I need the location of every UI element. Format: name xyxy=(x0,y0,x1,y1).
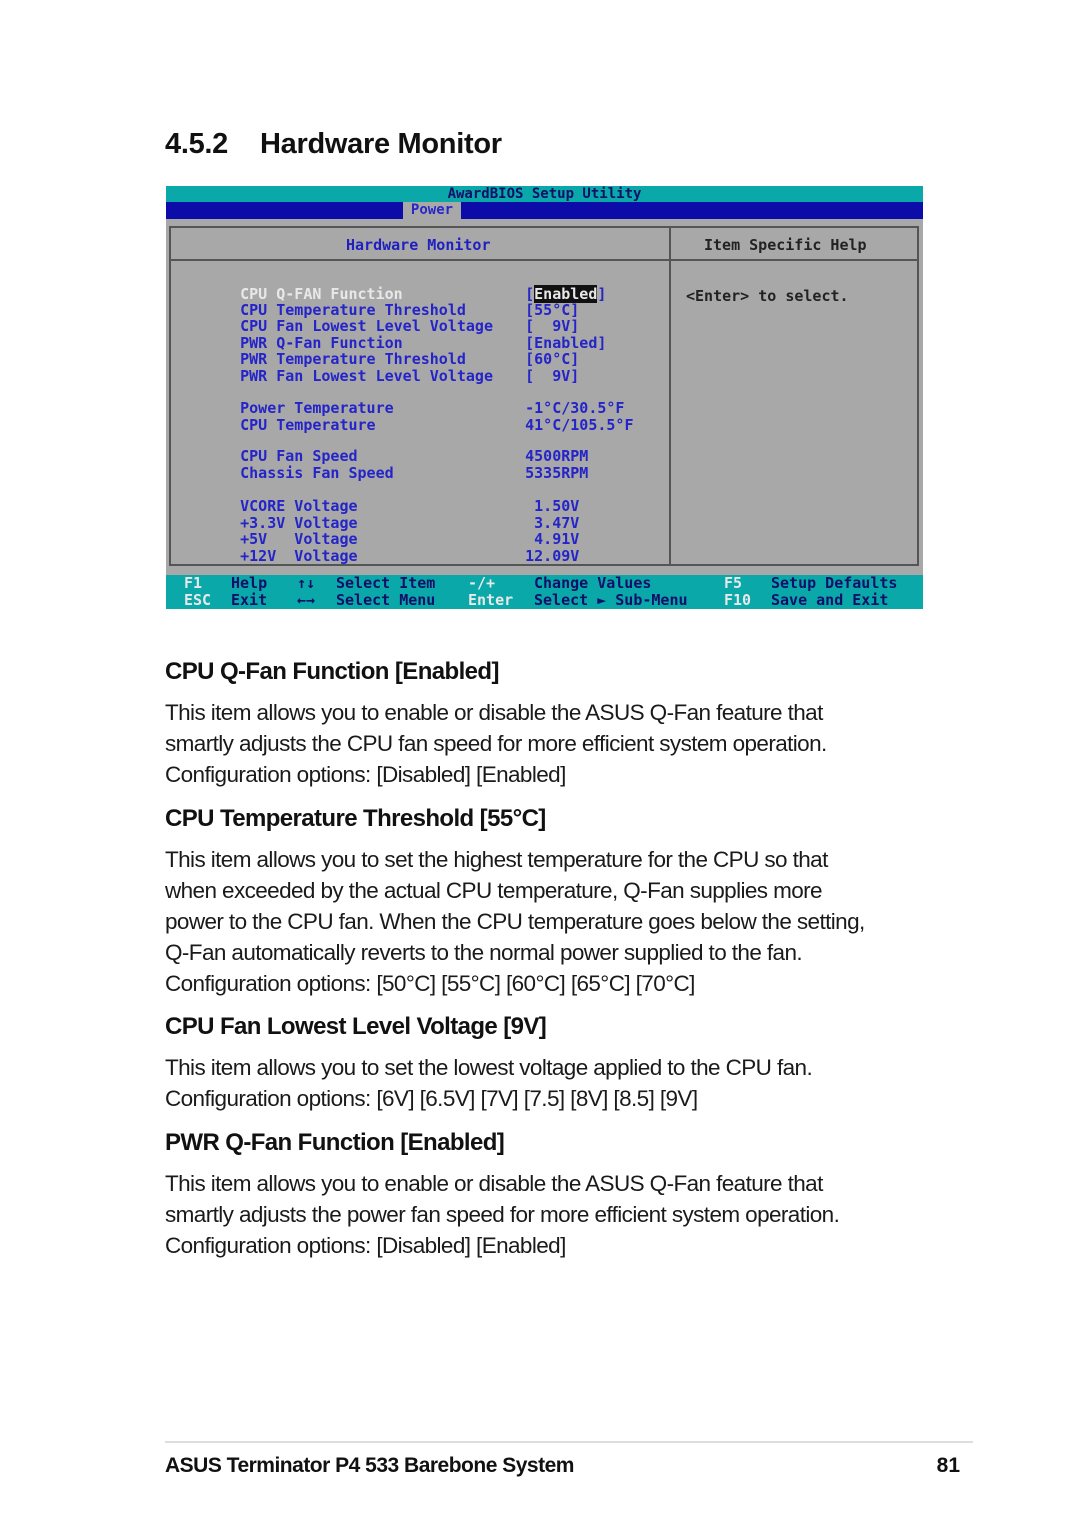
key-hint-desc: Select Item xyxy=(336,575,435,592)
key-hint-desc: Change Values xyxy=(534,575,651,592)
item-line: smartly adjusts the CPU fan speed for mo… xyxy=(165,731,827,756)
item-line: This item allows you to enable or disabl… xyxy=(165,700,823,725)
item-cpu-temp-threshold: CPU Temperature Threshold [55°C] This it… xyxy=(165,804,935,999)
bios-readout-3v3: +3.3V Voltage 3.47V xyxy=(204,499,579,531)
item-line: This item allows you to set the highest … xyxy=(165,847,828,872)
key-desc: Select Item xyxy=(336,574,436,592)
key-label: -/+ xyxy=(468,574,496,592)
bios-item-pwr-qfan[interactable]: PWR Q-Fan Function [Enabled] xyxy=(204,319,606,351)
key-desc: Help xyxy=(231,574,268,592)
bios-readout-power-temp: Power Temperature -1°C/30.5°F xyxy=(204,384,624,416)
bios-item-cpu-temp-threshold[interactable]: CPU Temperature Threshold [55°C] xyxy=(204,286,579,318)
bios-readout-vcore: VCORE Voltage 1.50V xyxy=(204,482,579,514)
key-hint-desc: Help xyxy=(231,575,267,592)
item-line: This item allows you to set the lowest v… xyxy=(165,1055,813,1080)
key-desc: Change Values xyxy=(534,574,652,592)
bios-readout-cpu-fan: CPU Fan Speed 4500RPM xyxy=(204,432,588,464)
item-line: power to the CPU fan. When the CPU tempe… xyxy=(165,909,865,934)
key-label: F5 xyxy=(724,574,743,592)
page-number: 81 xyxy=(936,1454,960,1477)
bios-readout-value: 41°C/105.5°F xyxy=(525,416,634,434)
key-hint-desc: Setup Defaults xyxy=(771,575,897,592)
bios-readout-chassis-fan: Chassis Fan Speed 5335RPM xyxy=(204,449,588,481)
key-label: ESC xyxy=(184,591,212,609)
key-label: Enter xyxy=(468,591,514,609)
item-line: Configuration options: [6V] [6.5V] [7V] … xyxy=(165,1086,698,1111)
item-line: Configuration options: [50°C] [55°C] [60… xyxy=(165,971,695,996)
item-cpu-qfan: CPU Q-Fan Function [Enabled] This item a… xyxy=(165,657,935,790)
section-title: Hardware Monitor xyxy=(260,128,502,160)
key-hint-exit: ESC xyxy=(184,592,211,609)
bios-readout-label: Chassis Fan Speed xyxy=(240,464,394,482)
bios-help-text: <Enter> to select. xyxy=(686,287,849,305)
key-hint-defaults: F5 xyxy=(724,575,742,592)
item-line: Configuration options: [Disabled] [Enabl… xyxy=(165,762,566,787)
key-hint-enter: Enter xyxy=(468,592,513,609)
item-cpu-fan-voltage: CPU Fan Lowest Level Voltage [9V] This i… xyxy=(165,1012,935,1114)
item-heading: CPU Temperature Threshold [55°C] xyxy=(165,805,546,832)
key-hint-desc: Select ► Sub-Menu xyxy=(534,592,688,609)
item-heading: CPU Fan Lowest Level Voltage [9V] xyxy=(165,1013,547,1040)
key-desc: Save and Exit xyxy=(771,591,889,609)
bios-help-title: Item Specific Help xyxy=(704,236,867,254)
bios-divider xyxy=(669,226,671,566)
item-line: Configuration options: [Disabled] [Enabl… xyxy=(165,1233,566,1258)
bios-item-pwr-fan-voltage[interactable]: PWR Fan Lowest Level Voltage [ 9V] xyxy=(204,352,579,384)
bios-item-cpu-fan-voltage[interactable]: CPU Fan Lowest Level Voltage[ 9V] xyxy=(204,302,579,334)
bios-key-legend: F1 Help ESC Exit ↑↓ Select Item ←→ Selec… xyxy=(166,575,923,609)
item-heading: CPU Q-Fan Function [Enabled] xyxy=(165,658,499,685)
bios-divider xyxy=(169,259,919,261)
bios-screenshot: AwardBIOS Setup Utility Power Hardware M… xyxy=(166,186,923,609)
key-hint-help: F1 xyxy=(184,575,202,592)
item-line: smartly adjusts the power fan speed for … xyxy=(165,1202,840,1227)
key-hint-change: -/+ xyxy=(468,575,495,592)
arrow-updown-icon: ↑↓ xyxy=(297,575,315,592)
key-hint-desc: Exit xyxy=(231,592,267,609)
bios-readout-value: 12.09V xyxy=(525,547,580,565)
key-hint-desc: Select Menu xyxy=(336,592,435,609)
item-pwr-qfan: PWR Q-Fan Function [Enabled] This item a… xyxy=(165,1128,935,1261)
key-label: ↑↓ xyxy=(297,574,316,592)
arrow-leftright-icon: ←→ xyxy=(297,592,315,609)
footer-title: ASUS Terminator P4 533 Barebone System xyxy=(165,1454,574,1477)
item-line: when exceeded by the actual CPU temperat… xyxy=(165,878,823,903)
key-desc: Select Menu xyxy=(336,591,436,609)
key-desc: Select ► Sub-Menu xyxy=(534,591,688,609)
key-hint-desc: Save and Exit xyxy=(771,592,888,609)
section-heading: 4.5.2 Hardware Monitor xyxy=(165,128,502,161)
section-number: 4.5.2 xyxy=(165,128,228,160)
bios-panel-title: Hardware Monitor xyxy=(346,236,491,254)
bios-item-value[interactable]: [ 9V] xyxy=(525,368,579,384)
bios-item-label: PWR Fan Lowest Level Voltage xyxy=(240,367,493,385)
bios-readout-cpu-temp: CPU Temperature 41°C/105.5°F xyxy=(204,401,633,433)
bios-readout-12v: +12V Voltage 12.09V xyxy=(204,532,579,564)
bios-readout-value: 5335RPM xyxy=(525,464,589,482)
key-desc: Setup Defaults xyxy=(771,574,898,592)
item-line: This item allows you to enable or disabl… xyxy=(165,1171,823,1196)
bios-tab-power[interactable]: Power xyxy=(403,202,461,219)
bios-item-cpu-qfan[interactable]: CPU Q-FAN Function [Enabled] xyxy=(204,270,606,303)
bios-title-bar: AwardBIOS Setup Utility xyxy=(166,186,923,202)
bios-item-pwr-temp-threshold[interactable]: PWR Temperature Threshold [60°C] xyxy=(204,335,579,367)
bios-menu-bar: Power xyxy=(166,202,923,219)
bios-readout-label: +12V Voltage xyxy=(240,547,358,565)
key-desc: Exit xyxy=(231,591,268,609)
item-line: Q-Fan automatically reverts to the norma… xyxy=(165,940,803,965)
footer-divider xyxy=(165,1441,973,1443)
bios-readout-label: CPU Temperature xyxy=(240,416,376,434)
bios-readout-5v: +5V Voltage 4.91V xyxy=(204,515,579,547)
key-label: ←→ xyxy=(297,591,316,609)
key-hint-save: F10 xyxy=(724,592,751,609)
key-label: F1 xyxy=(184,574,203,592)
item-heading: PWR Q-Fan Function [Enabled] xyxy=(165,1129,505,1156)
key-label: F10 xyxy=(724,591,752,609)
